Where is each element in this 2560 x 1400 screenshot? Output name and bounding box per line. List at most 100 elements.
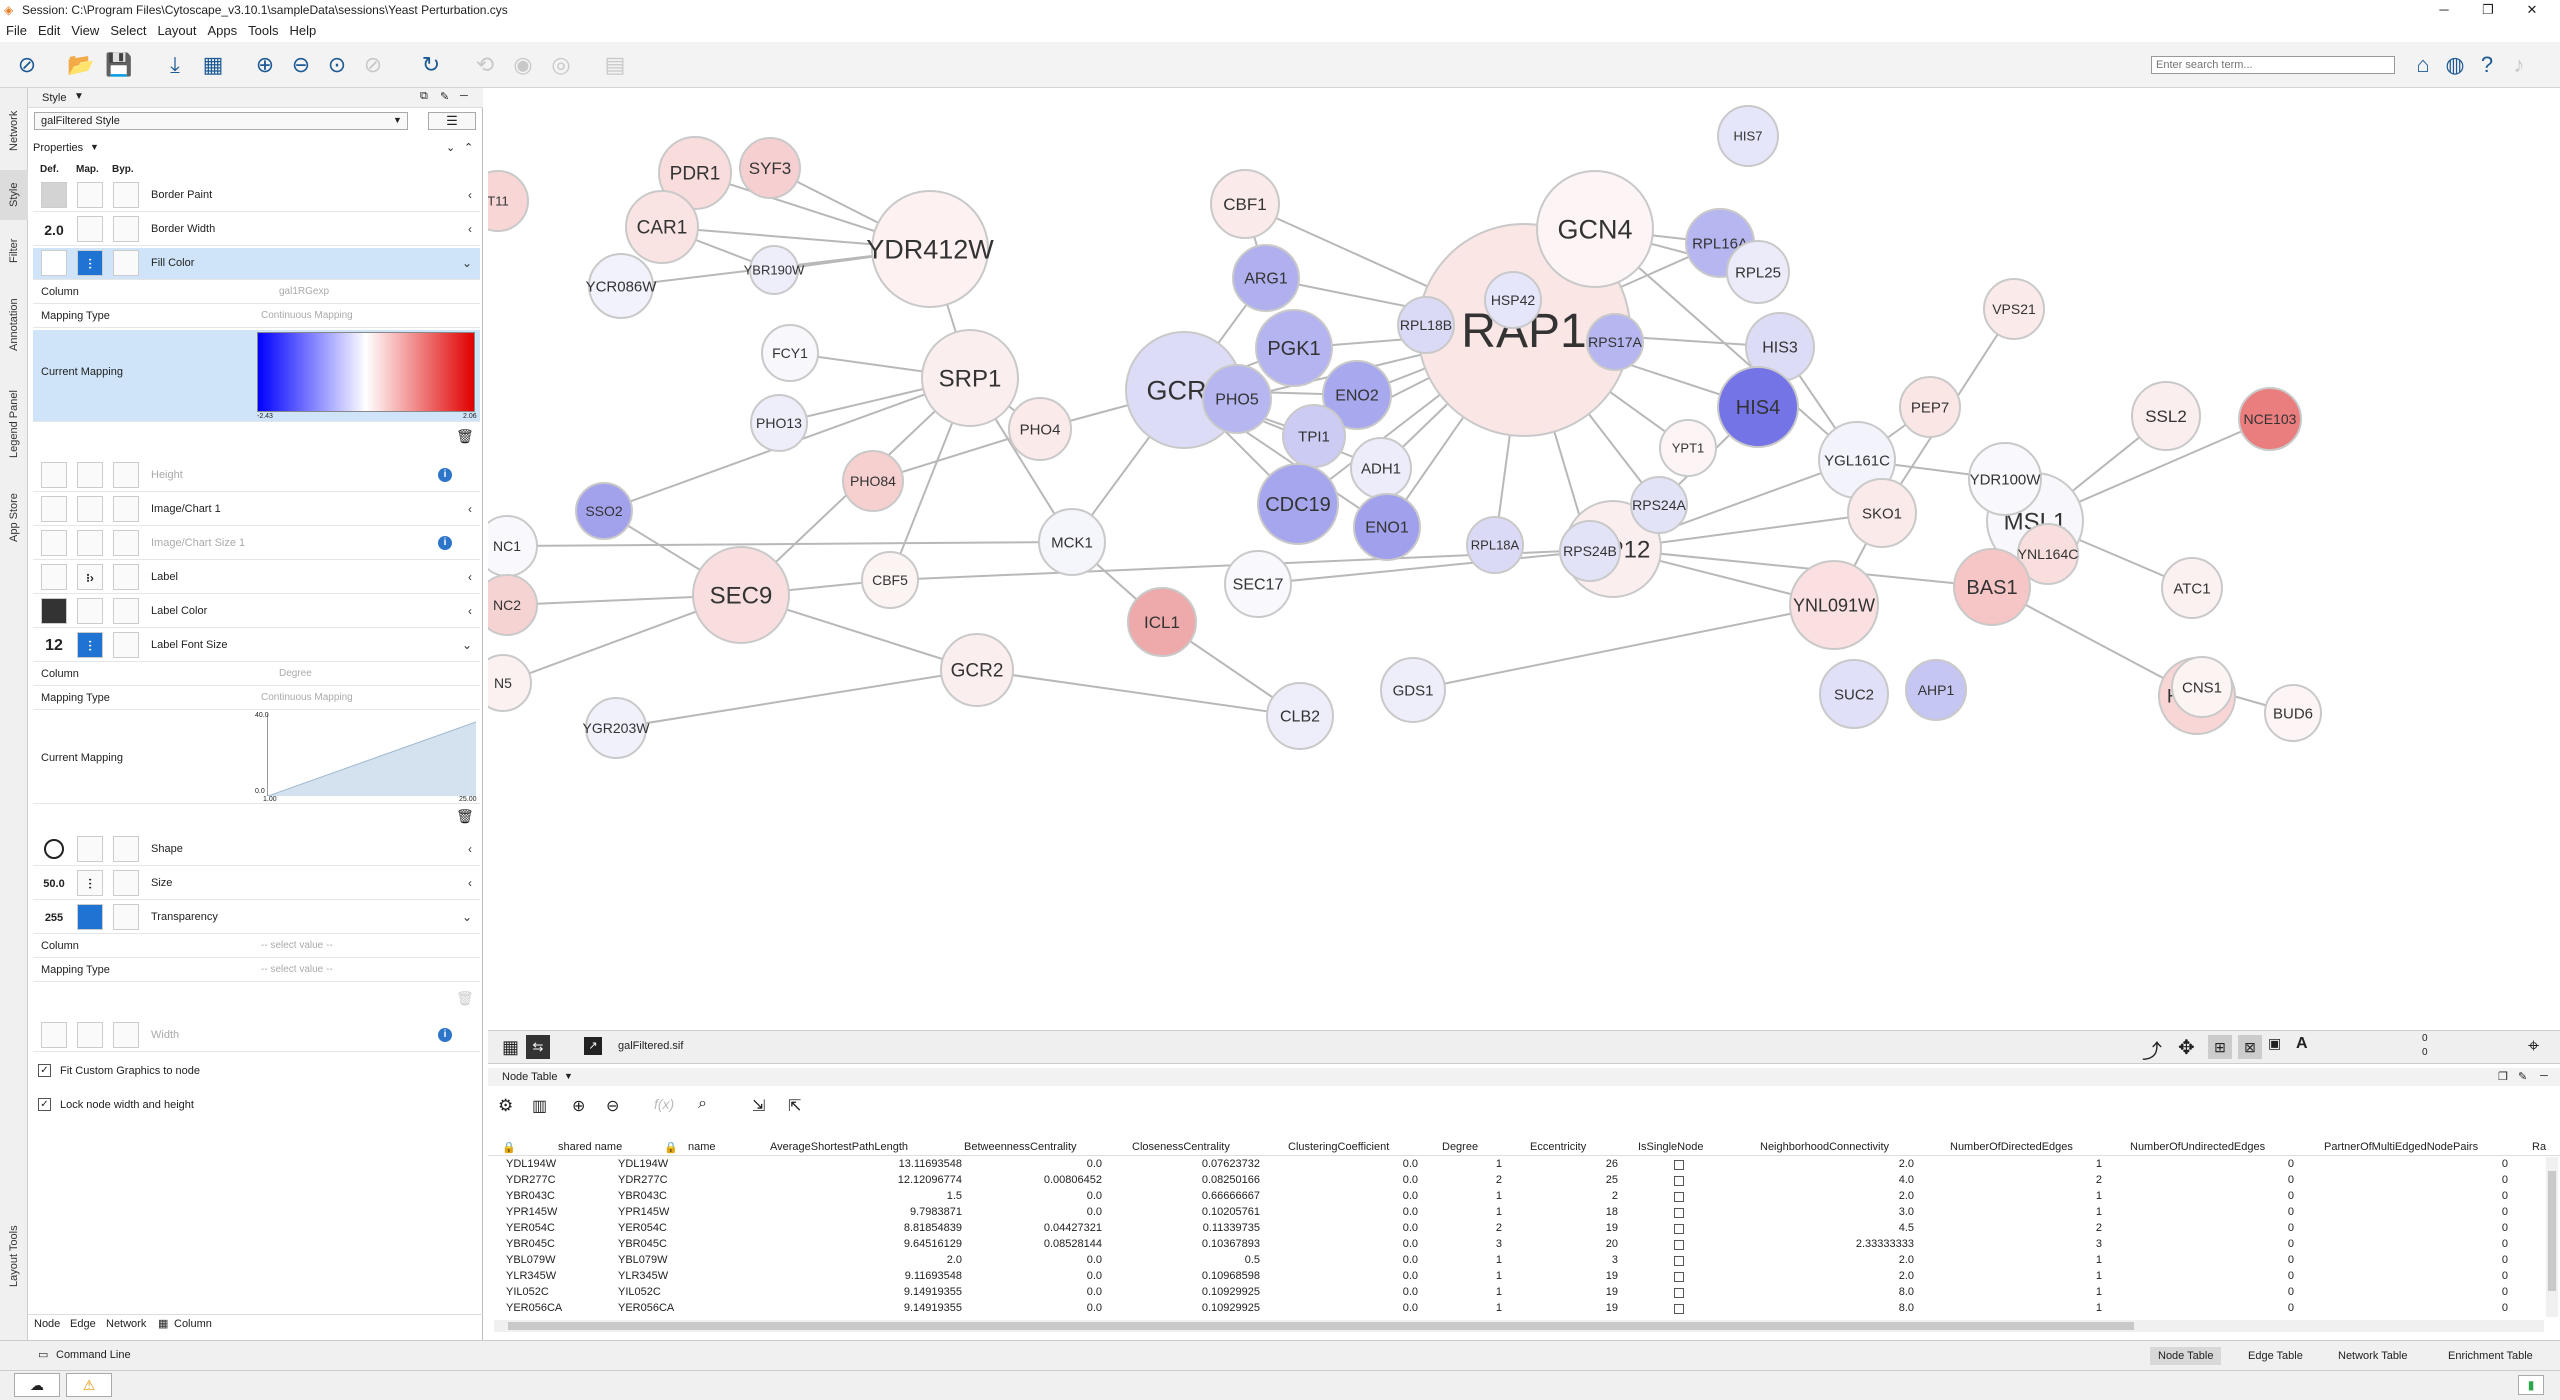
delete-mapping-icon[interactable]: 🗑 xyxy=(456,428,474,445)
save-icon[interactable]: 💾 xyxy=(104,50,134,80)
table-cell[interactable]: 0 xyxy=(2398,1286,2508,1298)
is-single-node-checkbox[interactable] xyxy=(1674,1224,1684,1234)
tab-edge-table[interactable]: Edge Table xyxy=(2240,1347,2311,1365)
new-network-icon[interactable]: ▤ xyxy=(600,50,630,80)
table-cell[interactable]: YDR277C xyxy=(506,1174,556,1186)
fill-current-mapping-row[interactable]: Current Mapping -2.43 2.06 xyxy=(33,330,480,422)
table-cell[interactable]: 25 xyxy=(1508,1174,1618,1186)
transparency-mapping-type-value[interactable]: -- select value -- xyxy=(261,964,333,975)
table-cell[interactable]: 9.64516129 xyxy=(852,1238,962,1250)
table-cell[interactable]: 3 xyxy=(1392,1238,1502,1250)
border-paint-bypass[interactable] xyxy=(113,182,139,208)
table-cell[interactable]: 0 xyxy=(2184,1158,2294,1170)
transparency-mapping[interactable] xyxy=(77,904,103,930)
network-canvas[interactable]: RAP1GCR1GCN4YDR412WSRP1SEC9PEP12MSL1PDR1… xyxy=(488,88,2560,1030)
share-icon[interactable]: ⇆ xyxy=(526,1035,550,1059)
table-cell[interactable]: 1 xyxy=(1392,1158,1502,1170)
table-cell[interactable]: 0 xyxy=(2398,1254,2508,1266)
continuous-mapping-icon[interactable]: ⫶ xyxy=(77,870,103,896)
horizontal-scrollbar[interactable] xyxy=(494,1320,2544,1332)
table-cell[interactable]: 0 xyxy=(2398,1206,2508,1218)
table-cell[interactable]: 8.81854839 xyxy=(852,1222,962,1234)
table-cell[interactable]: 3 xyxy=(1508,1254,1618,1266)
table-cell[interactable]: 1 xyxy=(1392,1270,1502,1282)
checkbox-checked-icon[interactable]: ✓ xyxy=(38,1064,51,1077)
vtab-app-store[interactable]: App Store xyxy=(0,478,28,558)
table-cell[interactable]: 1 xyxy=(1992,1190,2102,1202)
menu-help[interactable]: Help xyxy=(284,20,322,38)
transparency-column-row[interactable]: Column -- select value -- xyxy=(33,936,480,958)
vtab-layout-tools[interactable]: Layout Tools xyxy=(0,1208,28,1304)
image-chart-size-mapping[interactable] xyxy=(77,530,103,556)
table-cell[interactable]: YLR345W xyxy=(506,1270,556,1282)
refresh-icon[interactable]: ↻ xyxy=(416,50,446,80)
table-cell[interactable]: 0 xyxy=(2398,1222,2508,1234)
fill-color-bypass[interactable] xyxy=(113,250,139,276)
column-header[interactable]: ClusteringCoefficient xyxy=(1288,1141,1389,1153)
table-cell[interactable]: 2.0 xyxy=(1804,1254,1914,1266)
warning-icon[interactable]: ⚠ xyxy=(66,1373,112,1397)
table-cell[interactable]: 1 xyxy=(1392,1286,1502,1298)
network-edge[interactable] xyxy=(615,669,978,729)
table-cell[interactable]: 1 xyxy=(1992,1302,2102,1314)
table-row[interactable]: YIL052C YIL052C 9.14919355 0.0 0.10929925 0.0… xyxy=(488,1285,2536,1301)
table-row[interactable]: YBR043C YBR043C 1.5 0.0 0.66666667 0.0 1 2 2.0 1 0… xyxy=(488,1189,2536,1205)
width-mapping[interactable] xyxy=(77,1022,103,1048)
info-icon[interactable]: i xyxy=(438,536,452,550)
font-mapping-type-value[interactable]: Continuous Mapping xyxy=(261,692,353,703)
table-cell[interactable]: 0.5 xyxy=(1150,1254,1260,1266)
is-single-node-checkbox[interactable] xyxy=(1674,1288,1684,1298)
search-icon[interactable]: ⌕ xyxy=(698,1095,707,1113)
fill-column-row[interactable]: Column gal1RGexp xyxy=(33,282,480,304)
menu-apps[interactable]: Apps xyxy=(202,20,243,38)
table-dropdown-icon[interactable]: ▼ xyxy=(564,1071,573,1081)
table-cell[interactable]: YER056CA xyxy=(506,1302,562,1314)
table-cell[interactable]: 8.0 xyxy=(1804,1286,1914,1298)
table-cell[interactable]: 3.0 xyxy=(1804,1206,1914,1218)
table-cell[interactable]: 4.0 xyxy=(1804,1174,1914,1186)
table-row[interactable]: YBR045C YBR045C 9.64516129 0.08528144 0.1036… xyxy=(488,1237,2536,1253)
show-all-icon[interactable]: ◎ xyxy=(546,50,576,80)
checkbox-checked-icon[interactable]: ✓ xyxy=(38,1098,51,1111)
fill-color-default[interactable] xyxy=(41,250,67,276)
label-color-default[interactable] xyxy=(41,598,67,624)
table-cell[interactable]: YBL079W xyxy=(506,1254,556,1266)
continuous-mapping-icon[interactable]: ⫶ xyxy=(77,632,103,658)
menu-layout[interactable]: Layout xyxy=(151,20,201,38)
tab-edge[interactable]: Edge xyxy=(70,1318,96,1330)
shape-mapping[interactable] xyxy=(77,836,103,862)
prop-image-chart-size[interactable]: Image/Chart Size 1 i xyxy=(33,528,480,560)
table-cell[interactable]: 0 xyxy=(2398,1158,2508,1170)
table-cell[interactable]: YBL079W xyxy=(618,1254,668,1266)
is-single-node-checkbox[interactable] xyxy=(1674,1272,1684,1282)
font-column-value[interactable]: Degree xyxy=(279,668,312,679)
select-annotations-icon[interactable]: ▣ xyxy=(2268,1035,2281,1052)
tab-network-table[interactable]: Network Table xyxy=(2330,1347,2416,1365)
column-header[interactable]: ClosenessCentrality xyxy=(1132,1141,1230,1153)
column-header[interactable]: name xyxy=(688,1141,716,1153)
fill-column-value[interactable]: gal1RGexp xyxy=(279,286,329,297)
zoom-selected-icon[interactable]: ⊘ xyxy=(358,50,388,80)
properties-label[interactable]: Properties xyxy=(33,142,83,154)
label-color-mapping[interactable] xyxy=(77,598,103,624)
font-column-row[interactable]: Column Degree xyxy=(33,664,480,686)
expand-all-icon[interactable]: ⌃ xyxy=(464,141,473,154)
column-header[interactable]: NumberOfDirectedEdges xyxy=(1950,1141,2073,1153)
table-cell[interactable]: YBR043C xyxy=(618,1190,667,1202)
table-cell[interactable]: 3 xyxy=(1992,1238,2102,1250)
memory-status-icon[interactable]: ▮ xyxy=(2518,1375,2544,1395)
table-cell[interactable]: YIL052C xyxy=(618,1286,661,1298)
home-icon[interactable]: ⌂ xyxy=(2408,50,2438,80)
export-image-icon[interactable]: ⤴ xyxy=(2142,1035,2162,1064)
border-width-default[interactable]: 2.0 xyxy=(41,216,67,242)
chevron-down-icon[interactable]: ⌄ xyxy=(462,638,472,652)
label-color-bypass[interactable] xyxy=(113,598,139,624)
open-folder-icon[interactable]: 📂 xyxy=(66,50,96,80)
gear-icon[interactable]: ⚙ xyxy=(498,1096,513,1116)
table-cell[interactable]: 2.33333333 xyxy=(1804,1238,1914,1250)
passthrough-mapping-icon[interactable]: ⁝› xyxy=(77,564,103,590)
prop-height[interactable]: Height i xyxy=(33,460,480,492)
prop-border-paint[interactable]: Border Paint ‹ xyxy=(33,180,480,212)
table-row[interactable]: YLR345W YLR345W 9.11693548 0.0 0.10968598 0.0… xyxy=(488,1269,2536,1285)
table-cell[interactable]: 9.11693548 xyxy=(852,1270,962,1282)
